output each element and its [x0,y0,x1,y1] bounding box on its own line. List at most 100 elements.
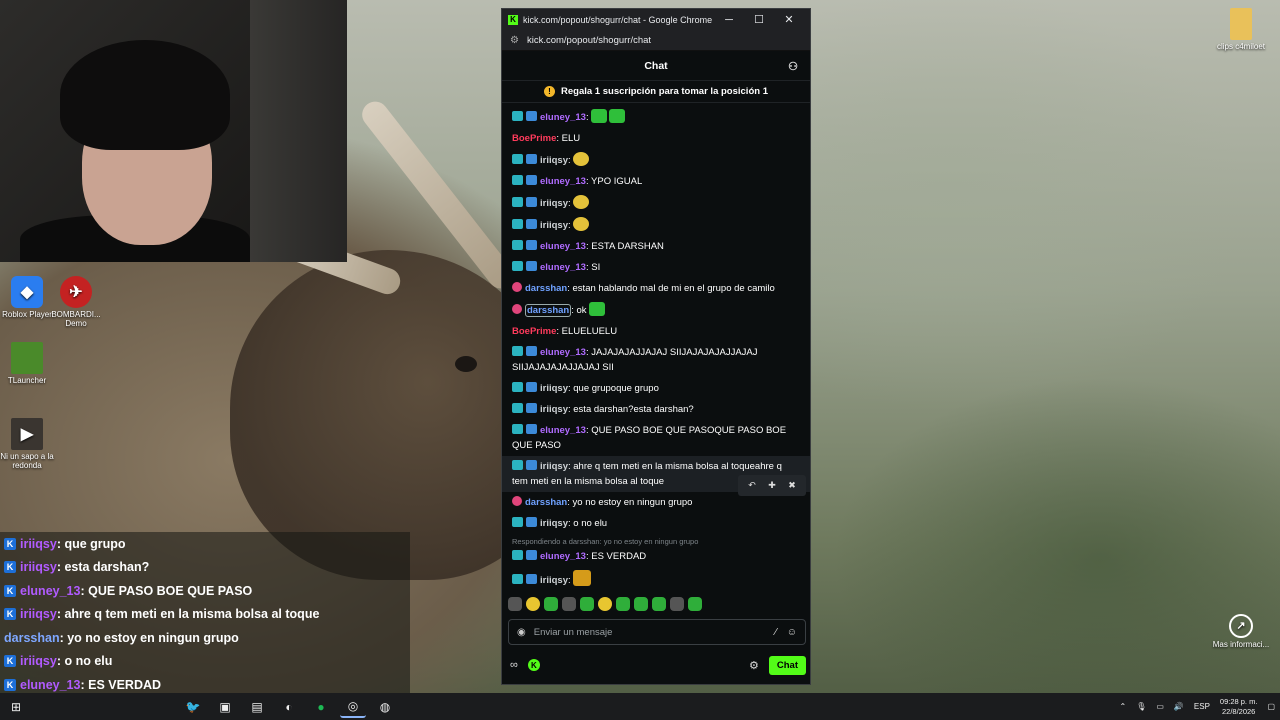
chat-message[interactable]: iriiqsy: o no elu [512,513,800,534]
clock[interactable]: 09:28 p. m. 22/8/2026 [1220,697,1258,717]
chat-message[interactable]: eluney_13: JAJAJAJAJJAJAJ SIIJAJAJAJAJJA… [512,342,800,378]
chat-username[interactable]: BoePrime [512,133,556,144]
chat-message[interactable]: eluney_13: QUE PASO BOE QUE PASOQUE PASO… [512,420,800,456]
spotify-icon[interactable]: ● [308,696,334,718]
chat-username[interactable]: eluney_13 [540,347,586,358]
chat-username[interactable]: BoePrime [512,326,556,337]
network-icon[interactable]: ▭ [1156,702,1164,711]
chat-message[interactable]: eluney_13: ESTA DARSHAN [512,236,800,257]
chat-username[interactable]: iriiqsy [540,575,568,586]
minimize-button[interactable]: ─ [714,14,744,26]
discord-icon[interactable]: ◍ [372,696,398,718]
chrome-icon[interactable]: ◎ [340,696,366,718]
emote-icon[interactable] [634,597,648,611]
chat-message[interactable]: iriiqsy: [512,214,800,236]
chat-username[interactable]: darsshan [525,304,572,317]
kick-badge-icon: K [4,584,16,597]
chat-message[interactable]: darsshan: estan hablando mal de mi en el… [512,278,800,299]
chat-username[interactable]: iriiqsy [540,383,568,394]
chat-message[interactable]: eluney_13: SI [512,257,800,278]
chat-message-hovered[interactable]: iriiqsy: ahre q tem meti en la misma bol… [502,456,810,496]
chat-username[interactable]: eluney_13 [540,262,586,273]
infinity-icon[interactable]: ∞ [510,659,518,671]
start-button[interactable]: ⊞ [3,696,29,718]
store-icon[interactable]: ▣ [212,696,238,718]
emote-icon[interactable] [598,597,612,611]
taskbar-app-icon[interactable]: 🐦 [180,696,206,718]
commands-icon[interactable]: ⁄ [775,627,777,638]
kick-coin-icon[interactable]: K [527,659,540,671]
chat-message[interactable]: BoePrime: ELU [512,128,800,149]
chat-username[interactable]: eluney_13 [540,176,586,187]
kick-badge-icon [526,382,537,392]
frog-emote-icon [588,302,605,316]
chat-message[interactable]: eluney_13: YPO IGUAL [512,171,800,192]
volume-icon[interactable]: 🔊 [1174,702,1184,711]
mod-badge-icon [512,282,522,292]
chat-message[interactable]: eluney_13: [512,106,800,128]
clock-date: 22/8/2026 [1221,706,1256,716]
obs-icon[interactable]: ◐ [276,696,302,718]
message-input[interactable]: ◉ Enviar un mensaje ⁄ ☺ [508,619,806,645]
chat-username[interactable]: iriiqsy [540,404,568,415]
maximize-button[interactable]: ☐ [744,13,774,26]
kick-badge-icon [526,197,537,207]
subscriber-badge-icon [512,517,523,527]
microphone-icon[interactable]: 🎙 [1136,702,1146,711]
desktop-icon-tlauncher[interactable]: TLauncher [0,342,58,385]
notifications-icon[interactable]: ▢ [1267,702,1275,711]
file-explorer-icon[interactable]: ▤ [244,696,270,718]
chat-message[interactable]: eluney_13: ES VERDAD [512,546,800,567]
kick-badge-icon [526,111,537,121]
pin-icon[interactable]: ✚ [764,478,780,493]
emote-icon[interactable] [526,597,540,611]
chat-username[interactable]: iriiqsy [540,461,568,472]
address-bar[interactable]: ⚙ kick.com/popout/shogurr/chat [502,30,810,51]
desktop-icon-video[interactable]: ▶ Ni un sapo a la redonda [0,418,58,470]
emote-icon[interactable] [652,597,666,611]
emote-icon[interactable] [616,597,630,611]
chat-username[interactable]: iriiqsy [540,518,568,529]
chat-username[interactable]: darsshan [525,283,567,294]
pinned-gift-banner[interactable]: ! Regala 1 suscripción para tomar la pos… [502,81,810,103]
send-chat-button[interactable]: Chat [768,655,806,675]
emote-icon[interactable] [544,597,558,611]
desktop-icon-clips[interactable]: clips c4miloet [1210,8,1272,51]
chat-message[interactable]: iriiqsy: [512,149,800,171]
chat-message[interactable]: iriiqsy: esta darshan?esta darshan? [512,399,800,420]
emoji-icon[interactable]: ☺ [787,627,797,638]
emote-icon[interactable] [580,597,594,611]
chat-username[interactable]: iriiqsy [540,198,568,209]
emote-icon[interactable] [562,597,576,611]
chat-username[interactable]: iriiqsy [540,220,568,231]
chat-username[interactable]: darsshan [525,497,567,508]
reply-icon[interactable]: ↶ [744,478,760,493]
close-button[interactable]: ✕ [774,13,804,26]
site-settings-icon[interactable]: ⚙ [510,35,519,46]
chat-username[interactable]: eluney_13 [540,551,586,562]
show-hidden-icons[interactable]: ⌃ [1120,702,1127,711]
desktop-icon-info[interactable]: ↗ Mas informaci... [1210,614,1272,649]
emote-icon[interactable] [508,597,522,611]
chat-username[interactable]: iriiqsy [540,155,568,166]
chat-message[interactable]: iriiqsy: [512,567,800,591]
subscriber-badge-icon [512,197,523,207]
settings-icon[interactable]: ⚙ [749,659,759,672]
overlay-text: : ES VERDAD [80,677,162,692]
language-indicator[interactable]: ESP [1194,702,1210,711]
chat-username[interactable]: eluney_13 [540,425,586,436]
chat-message[interactable]: BoePrime: ELUELUELU [512,321,800,342]
chat-mode-icon[interactable]: ◉ [517,627,526,638]
chat-message[interactable]: darsshan: ok [512,299,800,321]
chat-message[interactable]: darsshan: yo no estoy en ningun grupo [512,492,800,513]
delete-icon[interactable]: ✖ [784,478,800,493]
chat-message-list[interactable]: eluney_13: BoePrime: ELU iriiqsy: eluney… [502,106,810,591]
chat-message[interactable]: iriiqsy: [512,192,800,214]
emote-icon[interactable] [688,597,702,611]
chat-username[interactable]: eluney_13 [540,112,586,123]
chat-username[interactable]: eluney_13 [540,241,586,252]
chat-message[interactable]: iriiqsy: que grupoque grupo [512,378,800,399]
emote-icon[interactable] [670,597,684,611]
desktop-icon-bombardiro[interactable]: ✈ BOMBARDI... Demo [45,276,107,328]
users-icon[interactable]: ⚇ [788,60,798,73]
